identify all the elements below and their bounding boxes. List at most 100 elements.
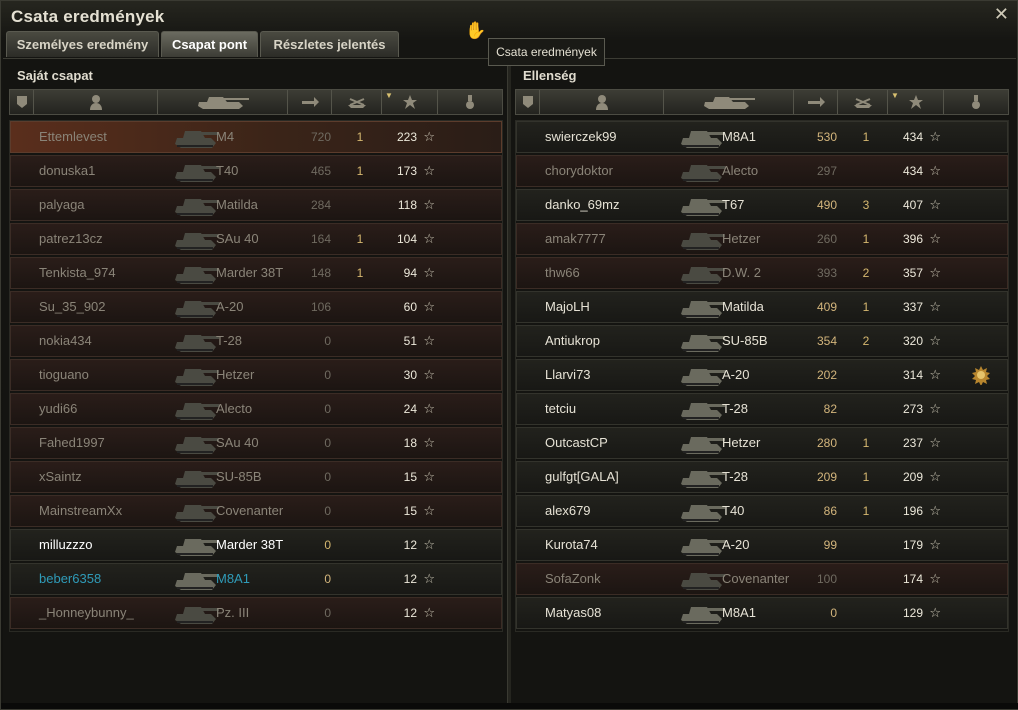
player-row[interactable]: Antiukrop SU-85B 354 2 320 ☆ xyxy=(516,325,1008,357)
player-row[interactable]: nokia434 T-28 0 51 ☆ xyxy=(10,325,502,357)
player-row[interactable]: Matyas08 M8A1 0 129 ☆ xyxy=(516,597,1008,629)
tank-name: A-20 xyxy=(722,367,750,382)
medal-icon[interactable] xyxy=(971,365,991,386)
xp-value: 60 xyxy=(403,300,417,314)
kills-value: 1 xyxy=(862,436,870,450)
xp-value: 179 xyxy=(902,538,923,552)
squad-icon[interactable] xyxy=(10,90,34,114)
tank-icon xyxy=(677,328,727,354)
damage-value: 148 xyxy=(310,266,331,280)
close-icon[interactable]: ✕ xyxy=(994,4,1009,25)
star-icon: ☆ xyxy=(929,537,941,552)
player-row[interactable]: Kurota74 A-20 99 179 ☆ xyxy=(516,529,1008,561)
tank-icon xyxy=(171,430,221,456)
player-row[interactable]: palyaga Matilda 284 118 ☆ xyxy=(10,189,502,221)
player-row[interactable]: tetciu T-28 82 273 ☆ xyxy=(516,393,1008,425)
tank-name: M8A1 xyxy=(216,571,250,586)
kills-icon[interactable] xyxy=(838,90,888,114)
player-row[interactable]: Tenkista_974 Marder 38T 148 1 94 ☆ xyxy=(10,257,502,289)
player-row[interactable]: tioguano Hetzer 0 30 ☆ xyxy=(10,359,502,391)
star-icon: ☆ xyxy=(929,299,941,314)
xp-value: 320 xyxy=(902,334,923,348)
player-name: Matyas08 xyxy=(545,605,602,620)
kills-value: 1 xyxy=(356,130,364,144)
damage-value: 465 xyxy=(310,164,331,178)
player-row[interactable]: beber6358 M8A1 0 12 ☆ xyxy=(10,563,502,595)
tank-name: T-28 xyxy=(722,469,749,484)
player-row[interactable]: patrez13cz SAu 40 164 1 104 ☆ xyxy=(10,223,502,255)
player-name: OutcastCP xyxy=(545,435,608,450)
xp-value: 337 xyxy=(902,300,923,314)
xp-value: 314 xyxy=(902,368,923,382)
squad-icon[interactable] xyxy=(516,90,540,114)
tab-personal-results[interactable]: Személyes eredmény xyxy=(6,31,159,57)
tank-name: SAu 40 xyxy=(216,435,259,450)
player-name: Ettemlevest xyxy=(39,129,107,144)
tank-icon[interactable] xyxy=(664,90,794,114)
tank-icon xyxy=(677,158,727,184)
star-icon[interactable]: ▼ xyxy=(888,90,944,114)
xp-value: 12 xyxy=(403,572,417,586)
tooltip: Csata eredmények xyxy=(488,38,605,66)
player-name: tetciu xyxy=(545,401,577,416)
xp-value: 407 xyxy=(902,198,923,212)
player-row[interactable]: Ettemlevest M4 720 1 223 ☆ xyxy=(10,121,502,153)
tab-team-score[interactable]: Csapat pont xyxy=(161,31,258,57)
star-icon: ☆ xyxy=(929,435,941,450)
damage-value: 393 xyxy=(816,266,837,280)
player-row[interactable]: Fahed1997 SAu 40 0 18 ☆ xyxy=(10,427,502,459)
xp-value: 209 xyxy=(902,470,923,484)
damage-value: 202 xyxy=(816,368,837,382)
player-icon[interactable] xyxy=(540,90,664,114)
kills-value: 2 xyxy=(862,266,870,280)
damage-value: 0 xyxy=(830,606,837,620)
player-row[interactable]: SofaZonk Covenanter 100 174 ☆ xyxy=(516,563,1008,595)
player-row[interactable]: _Honneybunny_ Pz. III 0 12 ☆ xyxy=(10,597,502,629)
medal-icon[interactable] xyxy=(438,90,502,114)
player-row[interactable]: milluzzzo Marder 38T 0 12 ☆ xyxy=(10,529,502,561)
damage-value: 0 xyxy=(324,368,331,382)
kills-value: 1 xyxy=(862,232,870,246)
tank-icon xyxy=(171,260,221,286)
tank-name: D.W. 2 xyxy=(722,265,762,280)
player-row[interactable]: MainstreamXx Covenanter 0 15 ☆ xyxy=(10,495,502,527)
player-row[interactable]: swierczek99 M8A1 530 1 434 ☆ xyxy=(516,121,1008,153)
kills-icon[interactable] xyxy=(332,90,382,114)
player-row[interactable]: donuska1 T40 465 1 173 ☆ xyxy=(10,155,502,187)
star-icon: ☆ xyxy=(929,571,941,586)
kills-value: 1 xyxy=(862,300,870,314)
player-row[interactable]: gulfgt[GALA] T-28 209 1 209 ☆ xyxy=(516,461,1008,493)
player-row[interactable]: chorydoktor Alecto 297 434 ☆ xyxy=(516,155,1008,187)
xp-value: 118 xyxy=(397,198,417,212)
tank-icon xyxy=(677,362,727,388)
player-row[interactable]: amak7777 Hetzer 260 1 396 ☆ xyxy=(516,223,1008,255)
player-row[interactable]: MajoLH Matilda 409 1 337 ☆ xyxy=(516,291,1008,323)
damage-icon[interactable] xyxy=(288,90,332,114)
battle-results-window: Csata eredmények ✕ Személyes eredmény Cs… xyxy=(0,0,1018,710)
medal-icon[interactable] xyxy=(944,90,1008,114)
damage-value: 209 xyxy=(816,470,837,484)
player-row[interactable]: Su_35_902 A-20 106 60 ☆ xyxy=(10,291,502,323)
player-row[interactable]: xSaintz SU-85B 0 15 ☆ xyxy=(10,461,502,493)
player-row[interactable]: alex679 T40 86 1 196 ☆ xyxy=(516,495,1008,527)
player-name: Fahed1997 xyxy=(39,435,105,450)
star-icon[interactable]: ▼ xyxy=(382,90,438,114)
star-icon: ☆ xyxy=(423,367,435,382)
tank-icon xyxy=(677,532,727,558)
tank-icon xyxy=(677,396,727,422)
player-name: SofaZonk xyxy=(545,571,601,586)
star-icon: ☆ xyxy=(423,469,435,484)
star-icon: ☆ xyxy=(423,503,435,518)
xp-value: 273 xyxy=(902,402,923,416)
tank-icon[interactable] xyxy=(158,90,288,114)
player-row[interactable]: OutcastCP Hetzer 280 1 237 ☆ xyxy=(516,427,1008,459)
player-row[interactable]: thw66 D.W. 2 393 2 357 ☆ xyxy=(516,257,1008,289)
player-row[interactable]: danko_69mz T67 490 3 407 ☆ xyxy=(516,189,1008,221)
player-name: thw66 xyxy=(545,265,580,280)
player-icon[interactable] xyxy=(34,90,158,114)
tab-detailed-report[interactable]: Részletes jelentés xyxy=(260,31,399,57)
damage-icon[interactable] xyxy=(794,90,838,114)
player-row[interactable]: Llarvi73 A-20 202 314 ☆ xyxy=(516,359,1008,391)
xp-value: 94 xyxy=(403,266,417,280)
player-row[interactable]: yudi66 Alecto 0 24 ☆ xyxy=(10,393,502,425)
